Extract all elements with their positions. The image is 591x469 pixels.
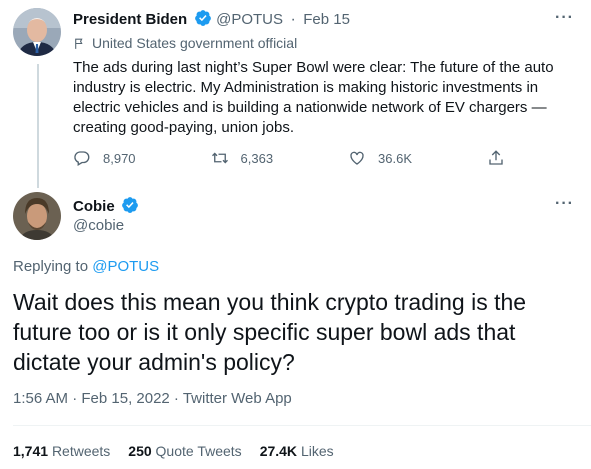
likes-stat-label: Likes <box>300 443 334 459</box>
author-name[interactable]: President Biden <box>73 11 187 28</box>
reply-count: 8,970 <box>103 150 136 166</box>
reply-icon <box>74 151 90 166</box>
reply-author-header: Cobie <box>73 196 139 216</box>
retweets-stat-count: 1,741 <box>13 443 49 459</box>
replying-to-line: Replying to @POTUS <box>13 258 159 275</box>
retweet-button[interactable]: 6,363 <box>211 149 274 167</box>
parent-tweet-text: The ads during last night’s Super Bowl w… <box>73 59 554 136</box>
avatar-cobie[interactable] <box>13 192 61 240</box>
retweet-icon <box>211 152 228 164</box>
reply-button[interactable]: 8,970 <box>73 149 136 167</box>
verified-badge-icon <box>194 10 211 26</box>
more-options-icon[interactable]: ··· <box>555 196 575 218</box>
replying-to-link[interactable]: @POTUS <box>92 258 159 275</box>
quote-tweets-stat[interactable]: 250 Quote Tweets <box>128 443 241 459</box>
quote-tweets-stat-label: Quote Tweets <box>155 443 242 459</box>
separator-dot: · <box>290 11 296 28</box>
parent-tweet-header: President Biden @POTUS · Feb 15 <box>73 9 350 29</box>
retweet-count: 6,363 <box>240 150 274 166</box>
government-label-text: United States government official <box>92 35 298 51</box>
like-button[interactable]: 36.6K <box>348 149 412 167</box>
replying-to-prefix: Replying to <box>13 258 89 275</box>
flag-icon <box>75 38 83 49</box>
avatar-president-biden[interactable] <box>13 8 61 56</box>
retweets-stat-label: Retweets <box>51 443 111 459</box>
reply-tweet-text: Wait does this mean you think crypto tra… <box>13 289 527 375</box>
government-label: United States government official <box>73 35 297 51</box>
tweet-timestamp-source[interactable]: 1:56 AM · Feb 15, 2022 · Twitter Web App <box>13 390 292 407</box>
thread-connector-line <box>37 64 39 188</box>
heart-icon <box>350 151 364 165</box>
engagement-stats: 1,741 Retweets 250 Quote Tweets 27.4K Li… <box>13 443 334 459</box>
parent-tweet-actions: 8,970 6,363 36.6K <box>73 149 505 167</box>
reply-author-handle[interactable]: @cobie <box>73 217 124 234</box>
author-handle[interactable]: @POTUS <box>216 11 283 28</box>
share-icon <box>489 150 503 165</box>
tweet-date[interactable]: Feb 15 <box>303 11 350 28</box>
retweets-stat[interactable]: 1,741 Retweets <box>13 443 110 459</box>
like-count: 36.6K <box>378 150 413 166</box>
verified-badge-icon <box>122 197 138 213</box>
more-options-icon[interactable]: ··· <box>555 10 575 32</box>
reply-author-name[interactable]: Cobie <box>73 198 115 215</box>
likes-stat-count: 27.4K <box>259 443 298 459</box>
quote-tweets-stat-count: 250 <box>128 443 152 459</box>
share-button[interactable] <box>487 149 505 167</box>
divider <box>13 425 591 426</box>
likes-stat[interactable]: 27.4K Likes <box>260 443 334 459</box>
